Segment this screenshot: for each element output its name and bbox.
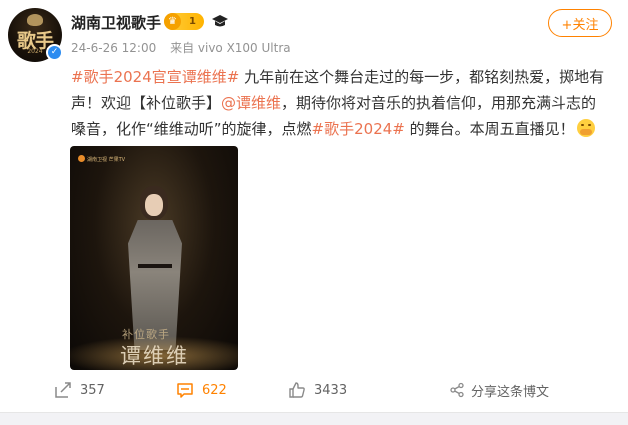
avatar-crest-icon	[27, 14, 43, 26]
mango-logo-icon	[78, 155, 85, 162]
comment-icon	[177, 383, 193, 398]
share-label: 分享这条博文	[471, 384, 550, 400]
post-source: 来自 vivo X100 Ultra	[170, 41, 291, 55]
follow-button[interactable]: +关注	[548, 9, 612, 37]
author-name[interactable]: 湖南卫视歌手	[71, 12, 161, 33]
poster-logos: 湖南卫视 芒果TV	[78, 155, 125, 163]
like-icon	[289, 382, 305, 398]
crown-icon: ♛	[164, 13, 181, 30]
comment-button[interactable]: 622	[176, 372, 227, 408]
post-timestamp[interactable]: 24-6-26 12:00	[71, 41, 156, 55]
like-count: 3433	[314, 382, 348, 398]
verified-icon: ✓	[46, 44, 63, 61]
vip-badge[interactable]: ♛ 1	[164, 13, 204, 30]
action-bar: 357 622 3433 分享这条博文	[0, 372, 628, 408]
poster-name: 谭维维	[120, 344, 189, 368]
post-image[interactable]: 湖南卫视 芒果TV 补位歌手 谭维维	[70, 146, 238, 370]
emoji-icon	[576, 119, 595, 137]
repost-icon	[55, 382, 71, 398]
comment-count: 622	[202, 382, 227, 398]
share-icon	[450, 382, 464, 398]
post-text: #歌手2024官宣谭维维# 九年前在这个舞台走过的每一步，都铭刻热爱，掷地有声！…	[71, 64, 606, 142]
topic-link-singer-2024-announce[interactable]: #歌手2024官宣谭维维#	[71, 68, 239, 86]
follow-label: +关注	[561, 17, 599, 33]
share-button[interactable]: 分享这条博文	[449, 372, 549, 408]
graduation-cap-icon[interactable]	[211, 12, 229, 30]
poster-figure-belt	[138, 264, 172, 268]
post-text-segment: 的舞台。本周五直播见！	[404, 120, 575, 138]
topic-link-singer-2024[interactable]: #歌手2024#	[312, 120, 405, 138]
feed-divider	[0, 412, 628, 425]
mention-link[interactable]: @谭维维	[221, 94, 281, 112]
repost-button[interactable]: 357	[54, 372, 105, 408]
weibo-post: 歌手 2024 ✓ 湖南卫视歌手 ♛ 1 24-6-26 12:00 来自 vi…	[0, 0, 628, 425]
poster-logos-text: 湖南卫视 芒果TV	[87, 157, 126, 163]
post-meta: 24-6-26 12:00 来自 vivo X100 Ultra	[71, 39, 301, 56]
vip-level: 1	[189, 16, 196, 27]
poster-figure-face	[145, 194, 163, 216]
like-button[interactable]: 3433	[288, 372, 347, 408]
repost-count: 357	[80, 382, 105, 398]
